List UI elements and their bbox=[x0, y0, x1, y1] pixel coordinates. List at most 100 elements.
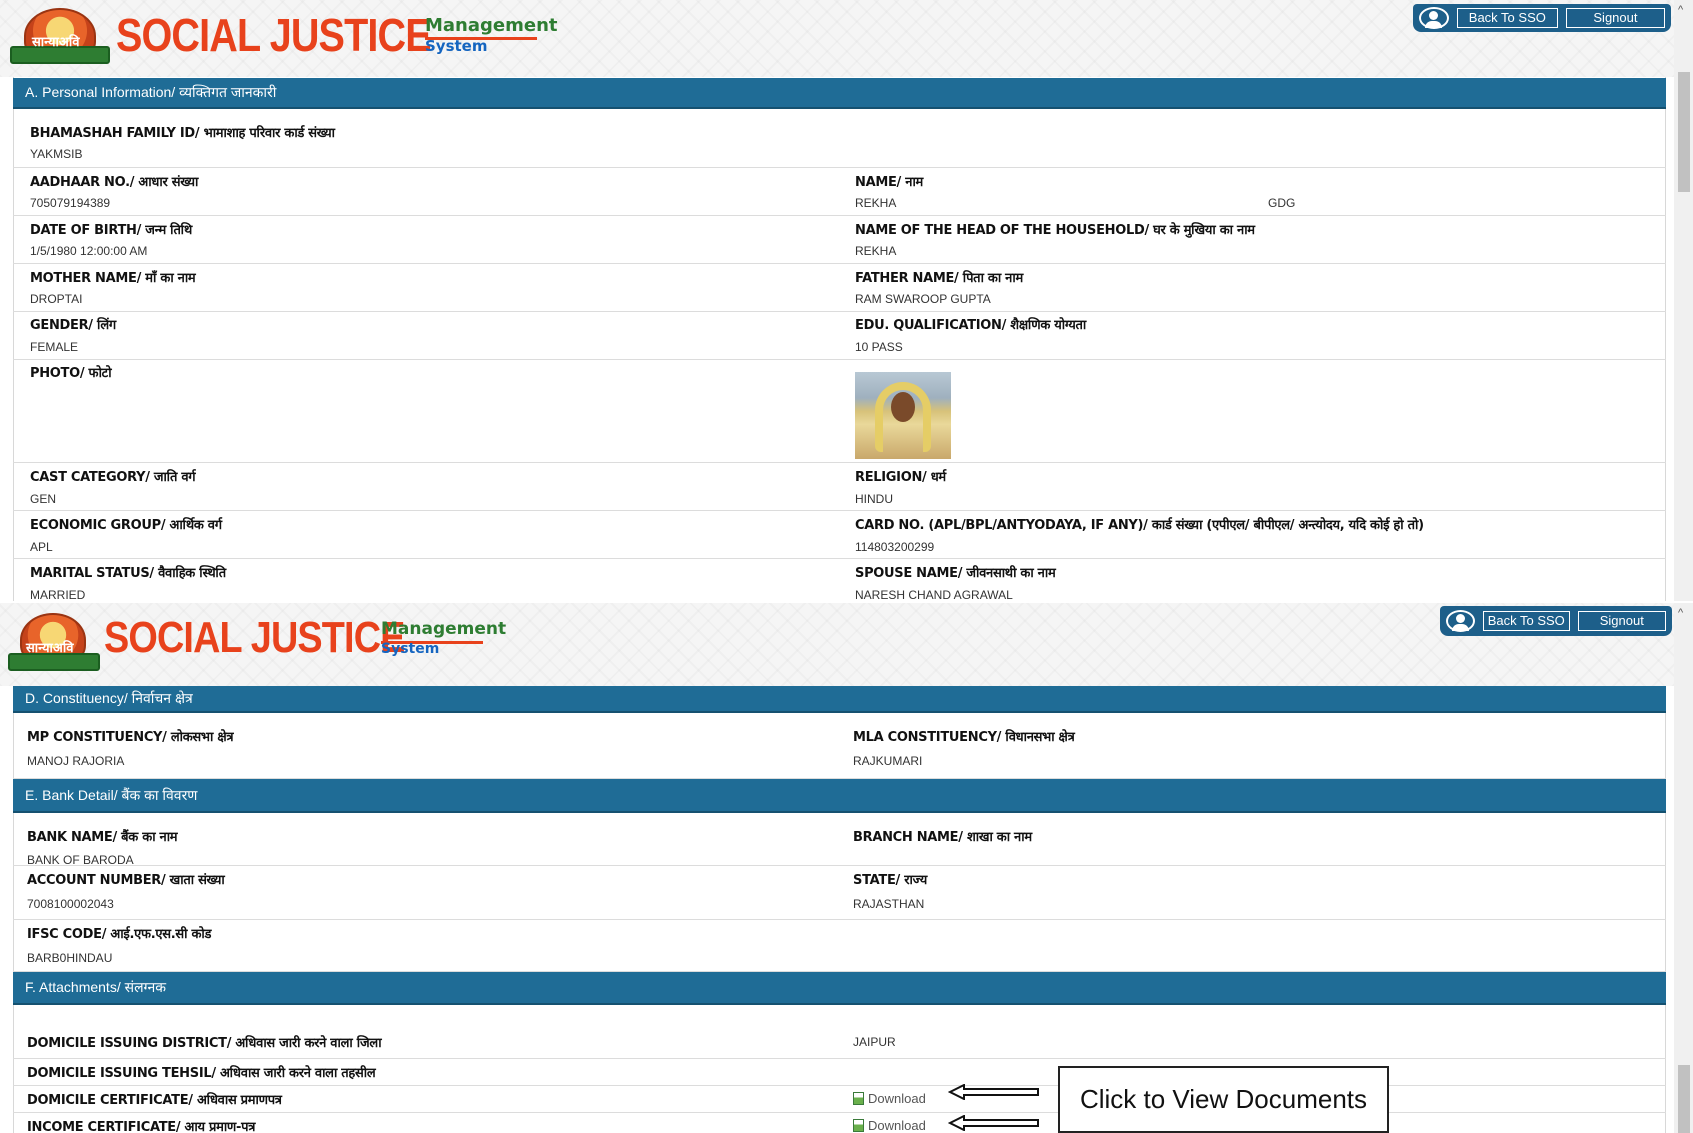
account-label: ACCOUNT NUMBER/ खाता संख्या bbox=[27, 873, 225, 888]
top-user-bar: Back To SSO Signout bbox=[1440, 606, 1672, 636]
mla-value: RAJKUMARI bbox=[853, 754, 923, 768]
ifsc-label: IFSC CODE/ आई.एफ.एस.सी कोड bbox=[27, 927, 212, 942]
mp-label: MP CONSTITUENCY/ लोकसभा क्षेत्र bbox=[27, 730, 234, 745]
row-cast-religion: CAST CATEGORY/ जाति वर्ग GEN RELIGION/ ध… bbox=[13, 463, 1666, 511]
scrollbar[interactable]: ^ bbox=[1674, 603, 1693, 1133]
head-label: NAME OF THE HEAD OF THE HOUSEHOLD/ घर के… bbox=[855, 223, 1255, 238]
row-mother-father: MOTHER NAME/ माँ का नाम DROPTAI FATHER N… bbox=[13, 264, 1666, 312]
income-cert-label: INCOME CERTIFICATE/ आय प्रमाण-पत्र bbox=[27, 1120, 256, 1133]
arrow-left-icon bbox=[948, 1115, 1039, 1131]
row-bank-branch: BANK NAME/ बैंक का नाम BANK OF BARODA BR… bbox=[13, 813, 1666, 867]
name-label: NAME/ नाम bbox=[855, 175, 923, 190]
row-ifsc: IFSC CODE/ आई.एफ.एस.सी कोड BARB0HINDAU bbox=[13, 920, 1666, 972]
dom-cert-label: DOMICILE CERTIFICATE/ अधिवास प्रमाणपत्र bbox=[27, 1093, 282, 1108]
marital-value: MARRIED bbox=[30, 588, 86, 601]
photo-label: PHOTO/ फोटो bbox=[30, 366, 112, 381]
bank-label: BANK NAME/ बैंक का नाम bbox=[27, 830, 178, 845]
brand-subtitle-management: Management bbox=[381, 619, 507, 639]
econ-value: APL bbox=[30, 540, 53, 554]
row-domicile-district: DOMICILE ISSUING DISTRICT/ अधिवास जारी क… bbox=[13, 1005, 1666, 1059]
section-f-header: F. Attachments/ संलग्नक bbox=[13, 972, 1666, 1005]
aadhaar-label: AADHAAR NO./ आधार संख्या bbox=[30, 175, 199, 190]
mother-label: MOTHER NAME/ माँ का नाम bbox=[30, 271, 196, 286]
scrollbar[interactable]: ^ bbox=[1674, 0, 1693, 601]
branch-label: BRANCH NAME/ शाखा का नाम bbox=[853, 830, 1032, 845]
section-a-header: A. Personal Information/ व्यक्तिगत जानका… bbox=[13, 78, 1666, 109]
dom-tehsil-label: DOMICILE ISSUING TEHSIL/ अधिवास जारी करन… bbox=[27, 1066, 376, 1081]
back-to-sso-button[interactable]: Back To SSO bbox=[1482, 611, 1570, 631]
row-photo: PHOTO/ फोटो bbox=[13, 360, 1666, 463]
spouse-value: NARESH CHAND AGRAWAL bbox=[855, 588, 1013, 601]
scroll-thumb[interactable] bbox=[1678, 72, 1690, 192]
row-mp-mla: MP CONSTITUENCY/ लोकसभा क्षेत्र MANOJ RA… bbox=[13, 713, 1666, 779]
scroll-up-icon[interactable]: ^ bbox=[1678, 4, 1683, 16]
app-header: सान्याअवि SOCIAL JUSTICE Management Syst… bbox=[0, 0, 1674, 77]
dob-label: DATE OF BIRTH/ जन्म तिथि bbox=[30, 223, 192, 238]
top-user-bar: Back To SSO Signout bbox=[1413, 4, 1671, 32]
applicant-photo bbox=[855, 372, 951, 459]
religion-label: RELIGION/ धर्म bbox=[855, 470, 946, 485]
bhamashah-value: YAKMSIB bbox=[30, 147, 83, 161]
bank-value: BANK OF BARODA bbox=[27, 853, 134, 867]
signout-button[interactable]: Signout bbox=[1577, 611, 1666, 631]
scroll-thumb[interactable] bbox=[1678, 1065, 1690, 1133]
download-icon bbox=[853, 1119, 864, 1132]
edu-label: EDU. QUALIFICATION/ शैक्षणिक योग्यता bbox=[855, 318, 1086, 333]
row-gender-edu: GENDER/ लिंग FEMALE EDU. QUALIFICATION/ … bbox=[13, 312, 1666, 360]
brand-title: SOCIAL JUSTICE bbox=[116, 9, 432, 61]
name-extra-value: GDG bbox=[1268, 196, 1296, 210]
card-value: 114803200299 bbox=[855, 540, 935, 554]
brand-subtitle-management: Management bbox=[425, 15, 558, 36]
head-value: REKHA bbox=[855, 244, 897, 258]
spouse-label: SPOUSE NAME/ जीवनसाथी का नाम bbox=[855, 566, 1056, 581]
section-e-header: E. Bank Detail/ बैंक का विवरण bbox=[13, 779, 1666, 813]
gender-label: GENDER/ लिंग bbox=[30, 318, 116, 333]
screenshot-personal-info: सान्याअवि SOCIAL JUSTICE Management Syst… bbox=[0, 0, 1693, 601]
dom-district-label: DOMICILE ISSUING DISTRICT/ अधिवास जारी क… bbox=[27, 1036, 382, 1051]
edu-value: 10 PASS bbox=[855, 340, 903, 354]
row-domicile-tehsil: DOMICILE ISSUING TEHSIL/ अधिवास जारी करन… bbox=[13, 1059, 1666, 1086]
mother-value: DROPTAI bbox=[30, 292, 83, 306]
row-econ-card: ECONOMIC GROUP/ आर्थिक वर्ग APL CARD NO.… bbox=[13, 511, 1666, 559]
row-account-state: ACCOUNT NUMBER/ खाता संख्या 700810000204… bbox=[13, 866, 1666, 920]
row-dob-head: DATE OF BIRTH/ जन्म तिथि 1/5/1980 12:00:… bbox=[13, 216, 1666, 264]
app-header-2: सान्याअवि SOCIAL JUSTICE Management Syst… bbox=[0, 603, 1674, 686]
user-icon[interactable] bbox=[1419, 7, 1449, 29]
account-value: 7008100002043 bbox=[27, 897, 114, 911]
cast-value: GEN bbox=[30, 492, 57, 506]
back-to-sso-button[interactable]: Back To SSO bbox=[1456, 8, 1558, 28]
brand-title: SOCIAL JUSTICE bbox=[104, 613, 405, 662]
row-marital-spouse: MARITAL STATUS/ वैवाहिक स्थिति MARRIED S… bbox=[13, 559, 1666, 601]
dom-district-value: JAIPUR bbox=[853, 1035, 896, 1049]
brand-subtitle-system: System bbox=[425, 37, 488, 55]
ifsc-value: BARB0HINDAU bbox=[27, 951, 113, 965]
department-logo: सान्याअवि bbox=[10, 6, 110, 68]
cast-label: CAST CATEGORY/ जाति वर्ग bbox=[30, 470, 196, 485]
dob-value: 1/5/1980 12:00:00 AM bbox=[30, 244, 148, 258]
scroll-up-icon[interactable]: ^ bbox=[1678, 607, 1683, 619]
row-domicile-certificate: DOMICILE CERTIFICATE/ अधिवास प्रमाणपत्र … bbox=[13, 1086, 1666, 1113]
view-documents-callout: Click to View Documents bbox=[1058, 1066, 1389, 1133]
state-value: RAJASTHAN bbox=[853, 897, 925, 911]
income-download-link[interactable]: Download bbox=[853, 1118, 926, 1133]
user-icon[interactable] bbox=[1446, 610, 1475, 632]
row-aadhaar-name: AADHAAR NO./ आधार संख्या 705079194389 NA… bbox=[13, 168, 1666, 216]
brand-subtitle-system: System bbox=[381, 641, 440, 657]
screenshot-constituency-bank-attachments: सान्याअवि SOCIAL JUSTICE Management Syst… bbox=[0, 603, 1693, 1133]
econ-label: ECONOMIC GROUP/ आर्थिक वर्ग bbox=[30, 518, 222, 533]
religion-value: HINDU bbox=[855, 492, 893, 506]
marital-label: MARITAL STATUS/ वैवाहिक स्थिति bbox=[30, 566, 226, 581]
department-logo: सान्याअवि bbox=[8, 611, 100, 673]
name-value: REKHA bbox=[855, 196, 897, 210]
download-icon bbox=[853, 1092, 864, 1105]
section-d-header: D. Constituency/ निर्वाचन क्षेत्र bbox=[13, 686, 1666, 713]
father-value: RAM SWAROOP GUPTA bbox=[855, 292, 991, 306]
domicile-download-link[interactable]: Download bbox=[853, 1091, 926, 1106]
aadhaar-value: 705079194389 bbox=[30, 196, 111, 210]
card-label: CARD NO. (APL/BPL/ANTYODAYA, IF ANY)/ का… bbox=[855, 518, 1424, 533]
signout-button[interactable]: Signout bbox=[1565, 8, 1665, 28]
row-income-certificate: INCOME CERTIFICATE/ आय प्रमाण-पत्र Downl… bbox=[13, 1113, 1666, 1133]
state-label: STATE/ राज्य bbox=[853, 873, 927, 888]
row-bhamashah: BHAMASHAH FAMILY ID/ भामाशाह परिवार कार्… bbox=[13, 109, 1666, 168]
gender-value: FEMALE bbox=[30, 340, 79, 354]
